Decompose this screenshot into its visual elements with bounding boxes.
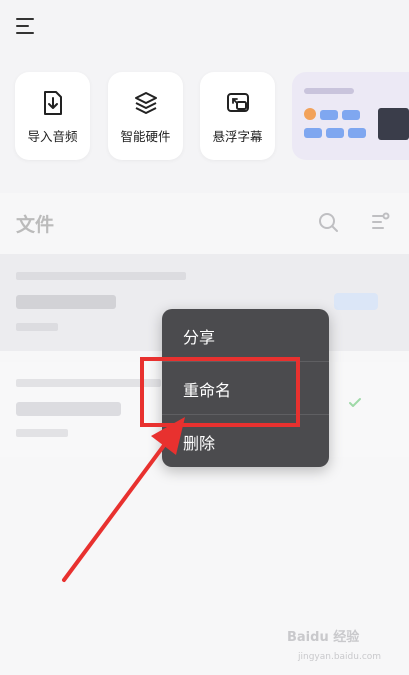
watermark-logo: Baidu 经验 [287,630,360,645]
annotation-arrow [62,417,185,582]
watermark-url: jingyan.baidu.com [298,652,382,662]
